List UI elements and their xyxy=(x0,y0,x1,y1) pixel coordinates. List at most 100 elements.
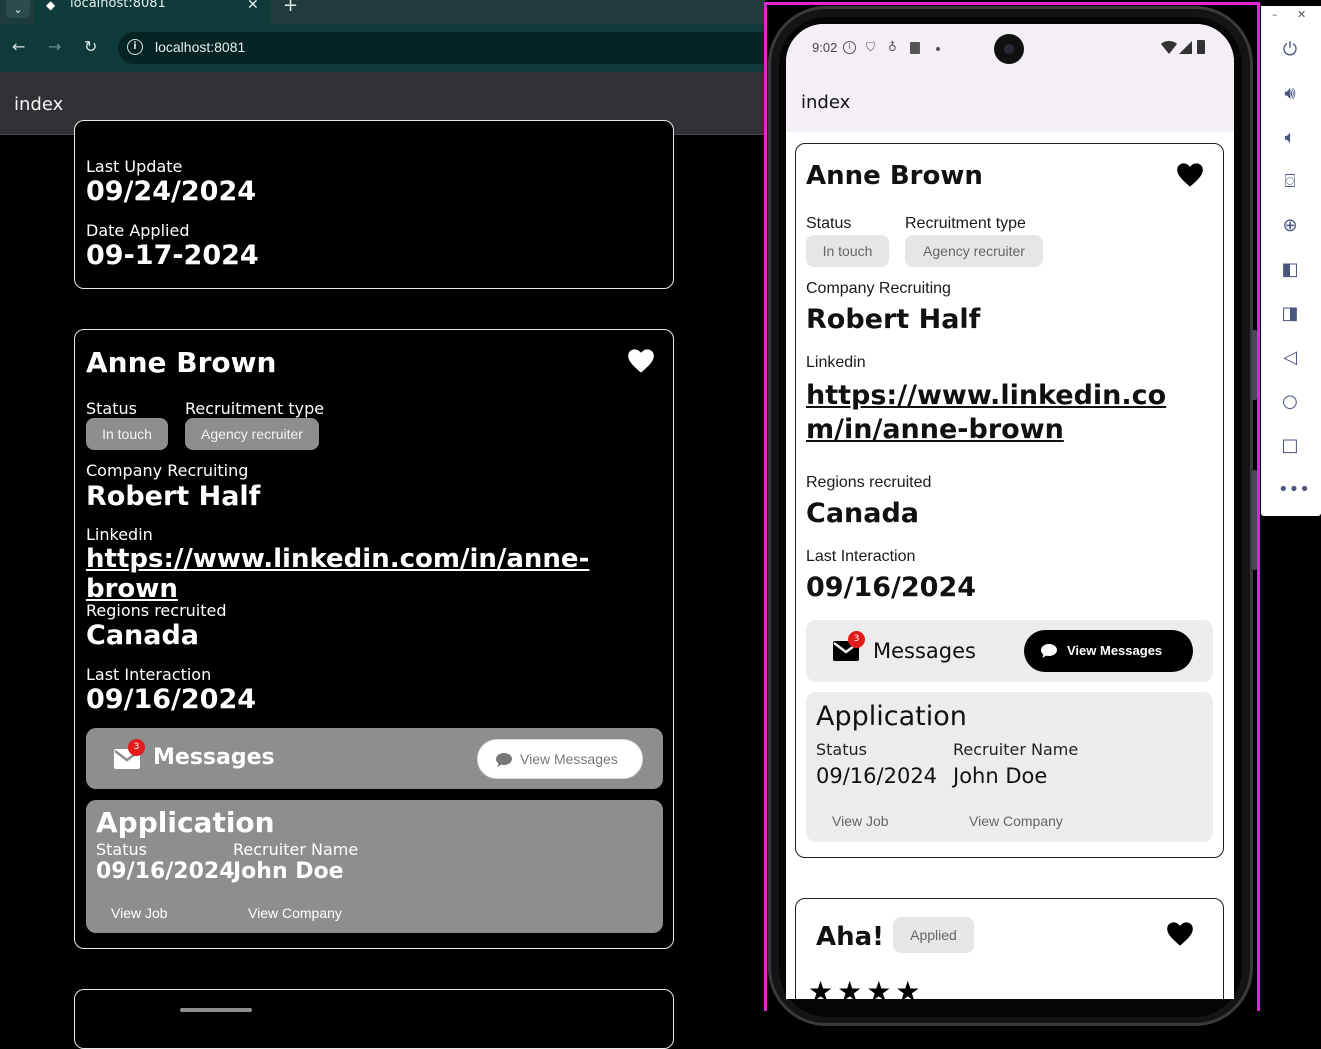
recruiter-name: Anne Brown xyxy=(86,346,277,379)
tab-title: localhost:8081 xyxy=(70,0,166,11)
linkedin-link[interactable]: https://www.linkedin.com/in/anne-brown xyxy=(806,379,1186,447)
company-value: Robert Half xyxy=(806,304,981,335)
last-update-label: Last Update xyxy=(86,157,183,176)
view-company-button[interactable]: View Company xyxy=(248,905,342,921)
view-messages-label: View Messages xyxy=(520,751,618,767)
messages-badge: 3 xyxy=(128,739,145,756)
more-icon[interactable]: ••• xyxy=(1278,478,1310,502)
messages-panel: 3 Messages View Messages xyxy=(806,620,1213,682)
star-rating-icon: ★★★★ xyxy=(808,975,925,999)
linkedin-label: Linkedin xyxy=(806,354,866,371)
last-interaction-label: Last Interaction xyxy=(86,665,212,684)
battery-icon xyxy=(1197,40,1205,54)
volume-down-icon[interactable]: 🔈︎ xyxy=(1278,126,1302,150)
status-chip: In touch xyxy=(806,235,889,267)
application-panel: Application Status Recruiter Name 09/16/… xyxy=(86,800,663,933)
regions-value: Canada xyxy=(806,498,920,529)
application-panel: Application Status Recruiter Name 09/16/… xyxy=(806,692,1213,842)
page-title: index xyxy=(14,94,64,115)
recruitment-type-label: Recruitment type xyxy=(905,215,1026,232)
heart-icon[interactable] xyxy=(627,348,655,374)
heart-icon[interactable] xyxy=(1166,921,1194,947)
mic-icon: ♁ xyxy=(888,40,897,54)
app-bar xyxy=(786,76,1234,132)
chat-icon xyxy=(496,753,512,767)
company-label: Company Recruiting xyxy=(86,461,249,480)
last-interaction-label: Last Interaction xyxy=(806,548,916,565)
zoom-icon[interactable]: ⊕ xyxy=(1278,214,1302,238)
info-icon: i xyxy=(843,41,856,54)
application-status-value: 09/16/2024 xyxy=(96,859,235,884)
messages-badge: 3 xyxy=(848,631,865,648)
back-icon[interactable]: ← xyxy=(12,37,25,56)
view-job-button[interactable]: View Job xyxy=(832,813,889,829)
forward-icon[interactable]: → xyxy=(48,37,61,56)
recruiter-name-value: John Doe xyxy=(233,859,344,884)
recruiter-card: Anne Brown Status Recruitment type In to… xyxy=(795,143,1224,858)
close-icon[interactable]: ✕ xyxy=(247,0,259,13)
recruiter-card: Last Update 09/24/2024 Date Applied 09-1… xyxy=(74,120,674,289)
regions-label: Regions recruited xyxy=(86,601,227,620)
recruitment-type-chip: Agency recruiter xyxy=(905,235,1043,267)
application-status-label: Status xyxy=(816,740,867,759)
rotate-left-icon[interactable]: ◧ xyxy=(1278,258,1302,282)
application-status-value: 09/16/2024 xyxy=(816,764,938,788)
overview-icon[interactable]: □ xyxy=(1278,434,1302,458)
home-icon[interactable]: ○ xyxy=(1278,390,1302,414)
view-job-button[interactable]: View Job xyxy=(111,905,168,921)
company-label: Company Recruiting xyxy=(806,280,951,297)
site-info-icon[interactable]: i xyxy=(127,39,143,55)
status-chip: Applied xyxy=(893,917,974,953)
power-icon[interactable]: ⏻ xyxy=(1278,38,1302,62)
phone-screen: 9:02 i ⛉ ♁ index Anne Brown Status Recru… xyxy=(786,24,1234,999)
dot-icon xyxy=(936,47,940,51)
chat-icon xyxy=(1041,644,1057,658)
url-text[interactable]: localhost:8081 xyxy=(155,39,245,55)
status-label: Status xyxy=(806,215,852,232)
tab-favicon-icon: ◆ xyxy=(46,0,56,12)
view-messages-label: View Messages xyxy=(1067,643,1163,658)
plus-icon[interactable]: + xyxy=(283,0,298,16)
camera-cutout xyxy=(994,34,1024,64)
reload-icon[interactable]: ↻ xyxy=(84,37,97,56)
wifi-icon xyxy=(1161,41,1177,54)
signal-icon xyxy=(1179,41,1192,54)
view-messages-button[interactable]: View Messages xyxy=(1024,630,1193,672)
messages-label: Messages xyxy=(873,639,976,663)
recruiter-card: Anne Brown Status Recruitment type In to… xyxy=(74,329,674,949)
heart-icon[interactable] xyxy=(1176,162,1204,188)
application-status-label: Status xyxy=(96,840,147,859)
close-icon[interactable]: ✕ xyxy=(1297,8,1306,21)
recruiter-name-label: Recruiter Name xyxy=(233,840,359,859)
messages-label: Messages xyxy=(153,745,275,770)
date-applied-value: 09-17-2024 xyxy=(86,240,259,271)
recruiter-name-value: John Doe xyxy=(953,764,1048,788)
status-time: 9:02 xyxy=(812,40,838,55)
regions-label: Regions recruited xyxy=(806,474,932,491)
back-icon[interactable]: ◁ xyxy=(1278,346,1302,370)
status-chip: In touch xyxy=(86,418,168,450)
recruitment-type-label: Recruitment type xyxy=(185,399,325,418)
view-company-button[interactable]: View Company xyxy=(969,813,1063,829)
recruiter-card: Aha! Applied ★★★★ xyxy=(795,898,1224,999)
recruiter-card xyxy=(74,989,674,1049)
messages-panel: 3 Messages View Messages xyxy=(86,728,663,789)
last-interaction-value: 09/16/2024 xyxy=(86,684,257,715)
company-value: Robert Half xyxy=(86,481,261,512)
application-title: Application xyxy=(96,806,275,839)
date-applied-label: Date Applied xyxy=(86,221,190,240)
camera-icon[interactable]: ⌼ xyxy=(1278,170,1302,194)
linkedin-link[interactable]: https://www.linkedin.com/in/anne-brown xyxy=(86,544,673,604)
recruiter-name: Aha! xyxy=(816,922,885,952)
tab-dropdown-icon[interactable]: ⌄ xyxy=(6,0,30,18)
recruiter-name: Anne Brown xyxy=(806,161,983,191)
shield-icon: ⛉ xyxy=(866,40,876,54)
sd-card-icon xyxy=(910,42,920,54)
view-messages-button[interactable]: View Messages xyxy=(477,739,643,779)
volume-up-icon[interactable]: 🔊︎ xyxy=(1278,82,1302,106)
minimize-icon[interactable]: – xyxy=(1272,8,1278,21)
status-label: Status xyxy=(86,399,137,418)
rotate-right-icon[interactable]: ◨ xyxy=(1278,302,1302,326)
recruitment-type-chip: Agency recruiter xyxy=(185,418,319,450)
page-title: index xyxy=(801,92,851,113)
